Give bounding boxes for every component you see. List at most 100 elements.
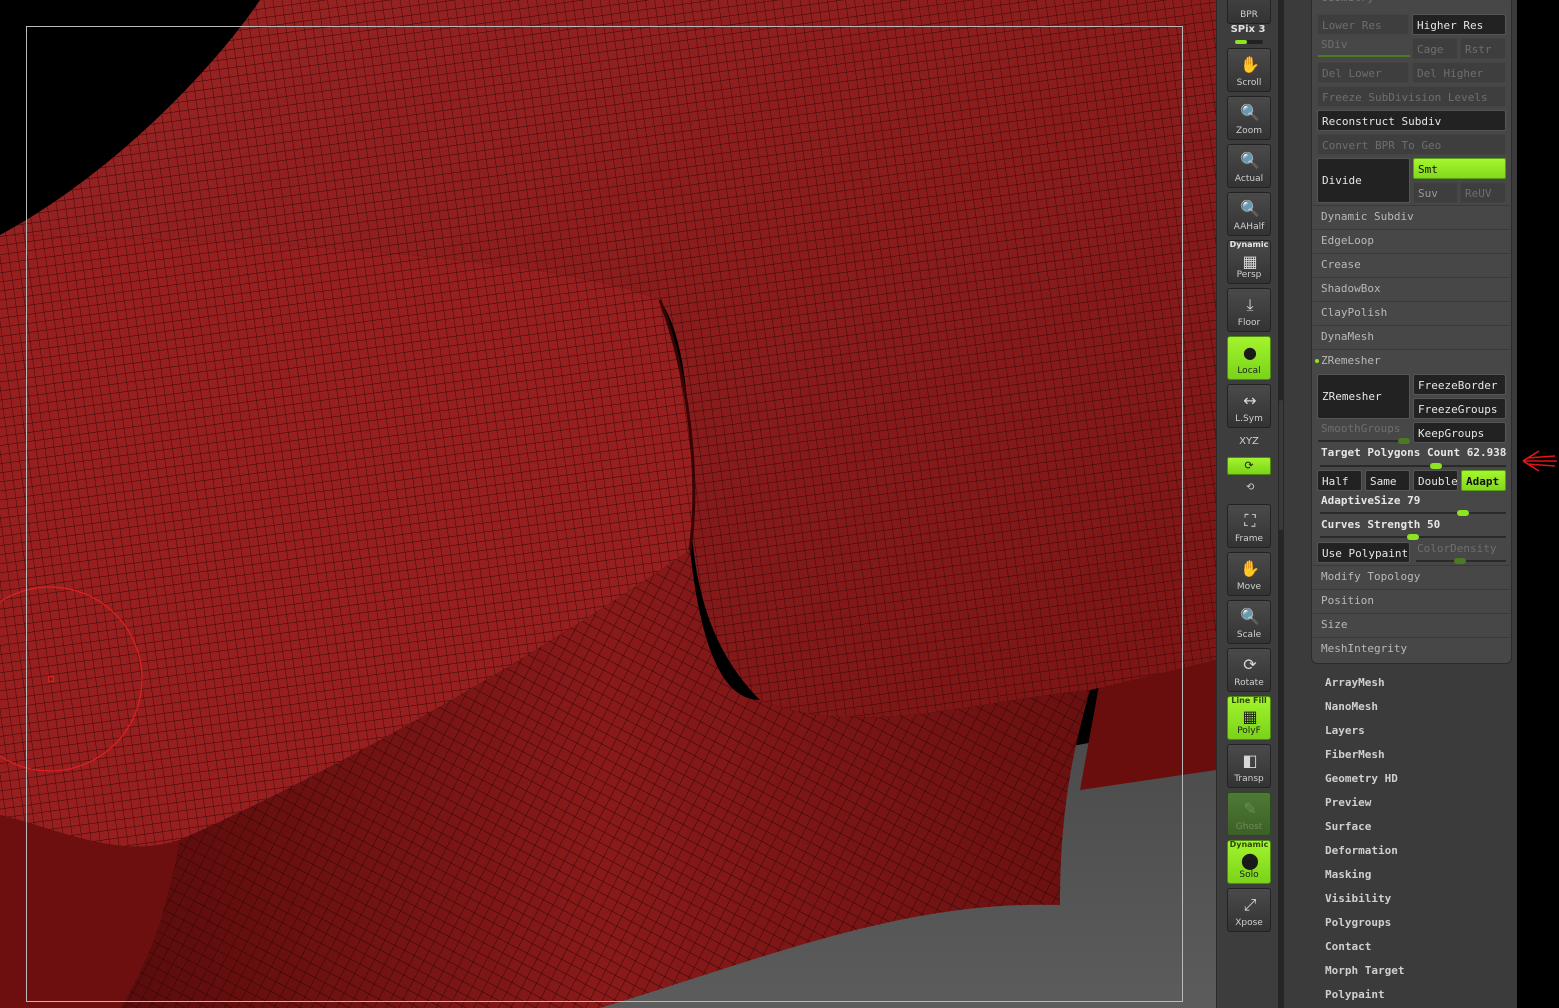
curves-strength-slider[interactable] <box>1320 534 1506 540</box>
scroll-button[interactable]: ✋ Scroll <box>1227 48 1271 92</box>
ghost-icon: ✎ <box>1243 799 1257 818</box>
subpalette-contact[interactable]: Contact <box>1325 940 1371 953</box>
magnifier-icon: 🔍 <box>1240 607 1260 626</box>
zoom-button[interactable]: 🔍 Zoom <box>1227 96 1271 140</box>
cage-button[interactable]: Cage <box>1412 38 1458 59</box>
rstr-button[interactable]: Rstr <box>1460 38 1506 59</box>
zremesher-header[interactable]: ZRemesher <box>1313 349 1510 372</box>
mesh-render <box>0 0 1216 1008</box>
rotate-y-axis-button[interactable]: ⟳ <box>1227 457 1271 475</box>
claypolish-header[interactable]: ClayPolish <box>1313 301 1510 324</box>
solo-spheres-icon: ⬤ <box>1241 851 1259 870</box>
rotate-button[interactable]: ⟳ Rotate <box>1227 648 1271 692</box>
lsym-button[interactable]: ↔ L.Sym <box>1227 384 1271 428</box>
del-higher-button[interactable]: Del Higher <box>1412 62 1506 83</box>
geometry-subpalette: Geometry Lower Res Higher Res SDiv Cage … <box>1311 0 1512 664</box>
spix-slider[interactable] <box>1235 40 1263 44</box>
freeze-groups-toggle[interactable]: FreezeGroups <box>1413 398 1506 419</box>
subpalette-geometry-hd[interactable]: Geometry HD <box>1325 772 1398 785</box>
curves-strength-label: Curves Strength 50 <box>1321 518 1441 531</box>
bpr-label: BPR <box>1240 10 1258 20</box>
magnifier-icon: 🔍 <box>1240 103 1260 122</box>
subpalette-polygroups[interactable]: Polygroups <box>1325 916 1391 929</box>
aahalf-button[interactable]: 🔍 AAHalf <box>1227 192 1271 236</box>
keep-groups-toggle[interactable]: KeepGroups <box>1413 422 1506 443</box>
right-shelf: BPR SPix 3 ✋ Scroll 🔍 Zoom 🔍 Actual 🔍 AA… <box>1216 0 1278 1008</box>
subpalette-deformation[interactable]: Deformation <box>1325 844 1398 857</box>
dynamesh-header[interactable]: DynaMesh <box>1313 325 1510 348</box>
color-density-label: ColorDensity <box>1417 542 1497 555</box>
freeze-border-toggle[interactable]: FreezeBorder <box>1413 374 1506 395</box>
position-header[interactable]: Position <box>1313 589 1510 612</box>
rotate-z-axis-icon[interactable]: ⟲ <box>1246 482 1254 493</box>
solo-button[interactable]: Dynamic ⬤ Solo <box>1227 840 1271 884</box>
edgeloop-header[interactable]: EdgeLoop <box>1313 229 1510 252</box>
persp-button[interactable]: Dynamic ▦ Persp <box>1227 240 1271 284</box>
meshintegrity-header[interactable]: MeshIntegrity <box>1313 637 1510 660</box>
active-dot-icon <box>1315 359 1319 363</box>
higher-res-button[interactable]: Higher Res <box>1412 14 1506 35</box>
perspective-grid-icon: ▦ <box>1242 252 1258 271</box>
reconstruct-subdiv-button[interactable]: Reconstruct Subdiv <box>1317 110 1506 131</box>
subpalette-morph-target[interactable]: Morph Target <box>1325 964 1404 977</box>
dynamic-subdiv-header[interactable]: Dynamic Subdiv <box>1313 205 1510 228</box>
subpalette-preview[interactable]: Preview <box>1325 796 1371 809</box>
subpalette-arraymesh[interactable]: ArrayMesh <box>1325 676 1385 689</box>
xpose-button[interactable]: ⤢ Xpose <box>1227 888 1271 932</box>
suv-toggle[interactable]: Suv <box>1413 182 1458 203</box>
same-button[interactable]: Same <box>1365 470 1410 491</box>
floor-button[interactable]: ⤓ Floor <box>1227 288 1271 332</box>
xpose-arrows-icon: ⤢ <box>1243 895 1257 914</box>
transparency-icon: ◧ <box>1242 751 1258 770</box>
canvas-viewport[interactable] <box>0 0 1216 1008</box>
polyframe-grid-icon: ▦ <box>1242 707 1258 726</box>
local-icon: ● <box>1243 343 1257 362</box>
use-polypaint-toggle[interactable]: Use Polypaint <box>1317 542 1410 563</box>
convert-bpr-to-geo-button[interactable]: Convert BPR To Geo <box>1317 134 1506 155</box>
hand-icon: ✋ <box>1240 55 1260 74</box>
subpalette-nanomesh[interactable]: NanoMesh <box>1325 700 1378 713</box>
crease-header[interactable]: Crease <box>1313 253 1510 276</box>
size-header[interactable]: Size <box>1313 613 1510 636</box>
adapt-toggle[interactable]: Adapt <box>1461 470 1506 491</box>
transp-button[interactable]: ◧ Transp <box>1227 744 1271 788</box>
color-density-slider[interactable] <box>1416 558 1506 564</box>
red-arrow-icon <box>1522 450 1557 472</box>
freeze-subdivision-levels-button[interactable]: Freeze SubDivision Levels <box>1317 86 1506 107</box>
actual-button[interactable]: 🔍 Actual <box>1227 144 1271 188</box>
adaptive-size-slider[interactable] <box>1320 510 1506 516</box>
half-button[interactable]: Half <box>1317 470 1362 491</box>
geometry-title[interactable]: Geometry <box>1313 0 1510 10</box>
divider-grip[interactable] <box>1279 400 1283 530</box>
ghost-button[interactable]: ✎ Ghost <box>1227 792 1271 836</box>
smooth-groups-slider[interactable] <box>1318 438 1410 444</box>
reuv-button[interactable]: ReUV <box>1460 182 1506 203</box>
subpalette-polypaint[interactable]: Polypaint <box>1325 988 1385 1001</box>
subpalette-surface[interactable]: Surface <box>1325 820 1371 833</box>
scale-button[interactable]: 🔍 Scale <box>1227 600 1271 644</box>
bpr-button[interactable]: BPR <box>1227 0 1271 24</box>
shadowbox-header[interactable]: ShadowBox <box>1313 277 1510 300</box>
smooth-groups-label: SmoothGroups <box>1321 422 1401 435</box>
target-polygons-count-slider[interactable] <box>1320 463 1506 469</box>
sdiv-slider[interactable] <box>1318 55 1410 57</box>
polyf-button[interactable]: Line Fill ▦ PolyF <box>1227 696 1271 740</box>
adaptive-size-label: AdaptiveSize 79 <box>1321 494 1421 507</box>
double-button[interactable]: Double <box>1413 470 1458 491</box>
del-lower-button[interactable]: Del Lower <box>1317 62 1409 83</box>
frame-icon: ⛶ <box>1244 511 1256 530</box>
subpalette-masking[interactable]: Masking <box>1325 868 1371 881</box>
modify-topology-header[interactable]: Modify Topology <box>1313 565 1510 588</box>
smt-toggle[interactable]: Smt <box>1413 158 1506 179</box>
move-button[interactable]: ✋ Move <box>1227 552 1271 596</box>
local-button[interactable]: ● Local <box>1227 336 1271 380</box>
subpalette-layers[interactable]: Layers <box>1325 724 1365 737</box>
divide-button[interactable]: Divide <box>1317 158 1410 203</box>
subpalette-visibility[interactable]: Visibility <box>1325 892 1391 905</box>
subpalette-fibermesh[interactable]: FiberMesh <box>1325 748 1385 761</box>
lower-res-button[interactable]: Lower Res <box>1317 14 1409 35</box>
hand-icon: ✋ <box>1240 559 1260 578</box>
zremesher-button[interactable]: ZRemesher <box>1317 374 1410 419</box>
floor-icon: ⤓ <box>1246 295 1254 314</box>
frame-button[interactable]: ⛶ Frame <box>1227 504 1271 548</box>
